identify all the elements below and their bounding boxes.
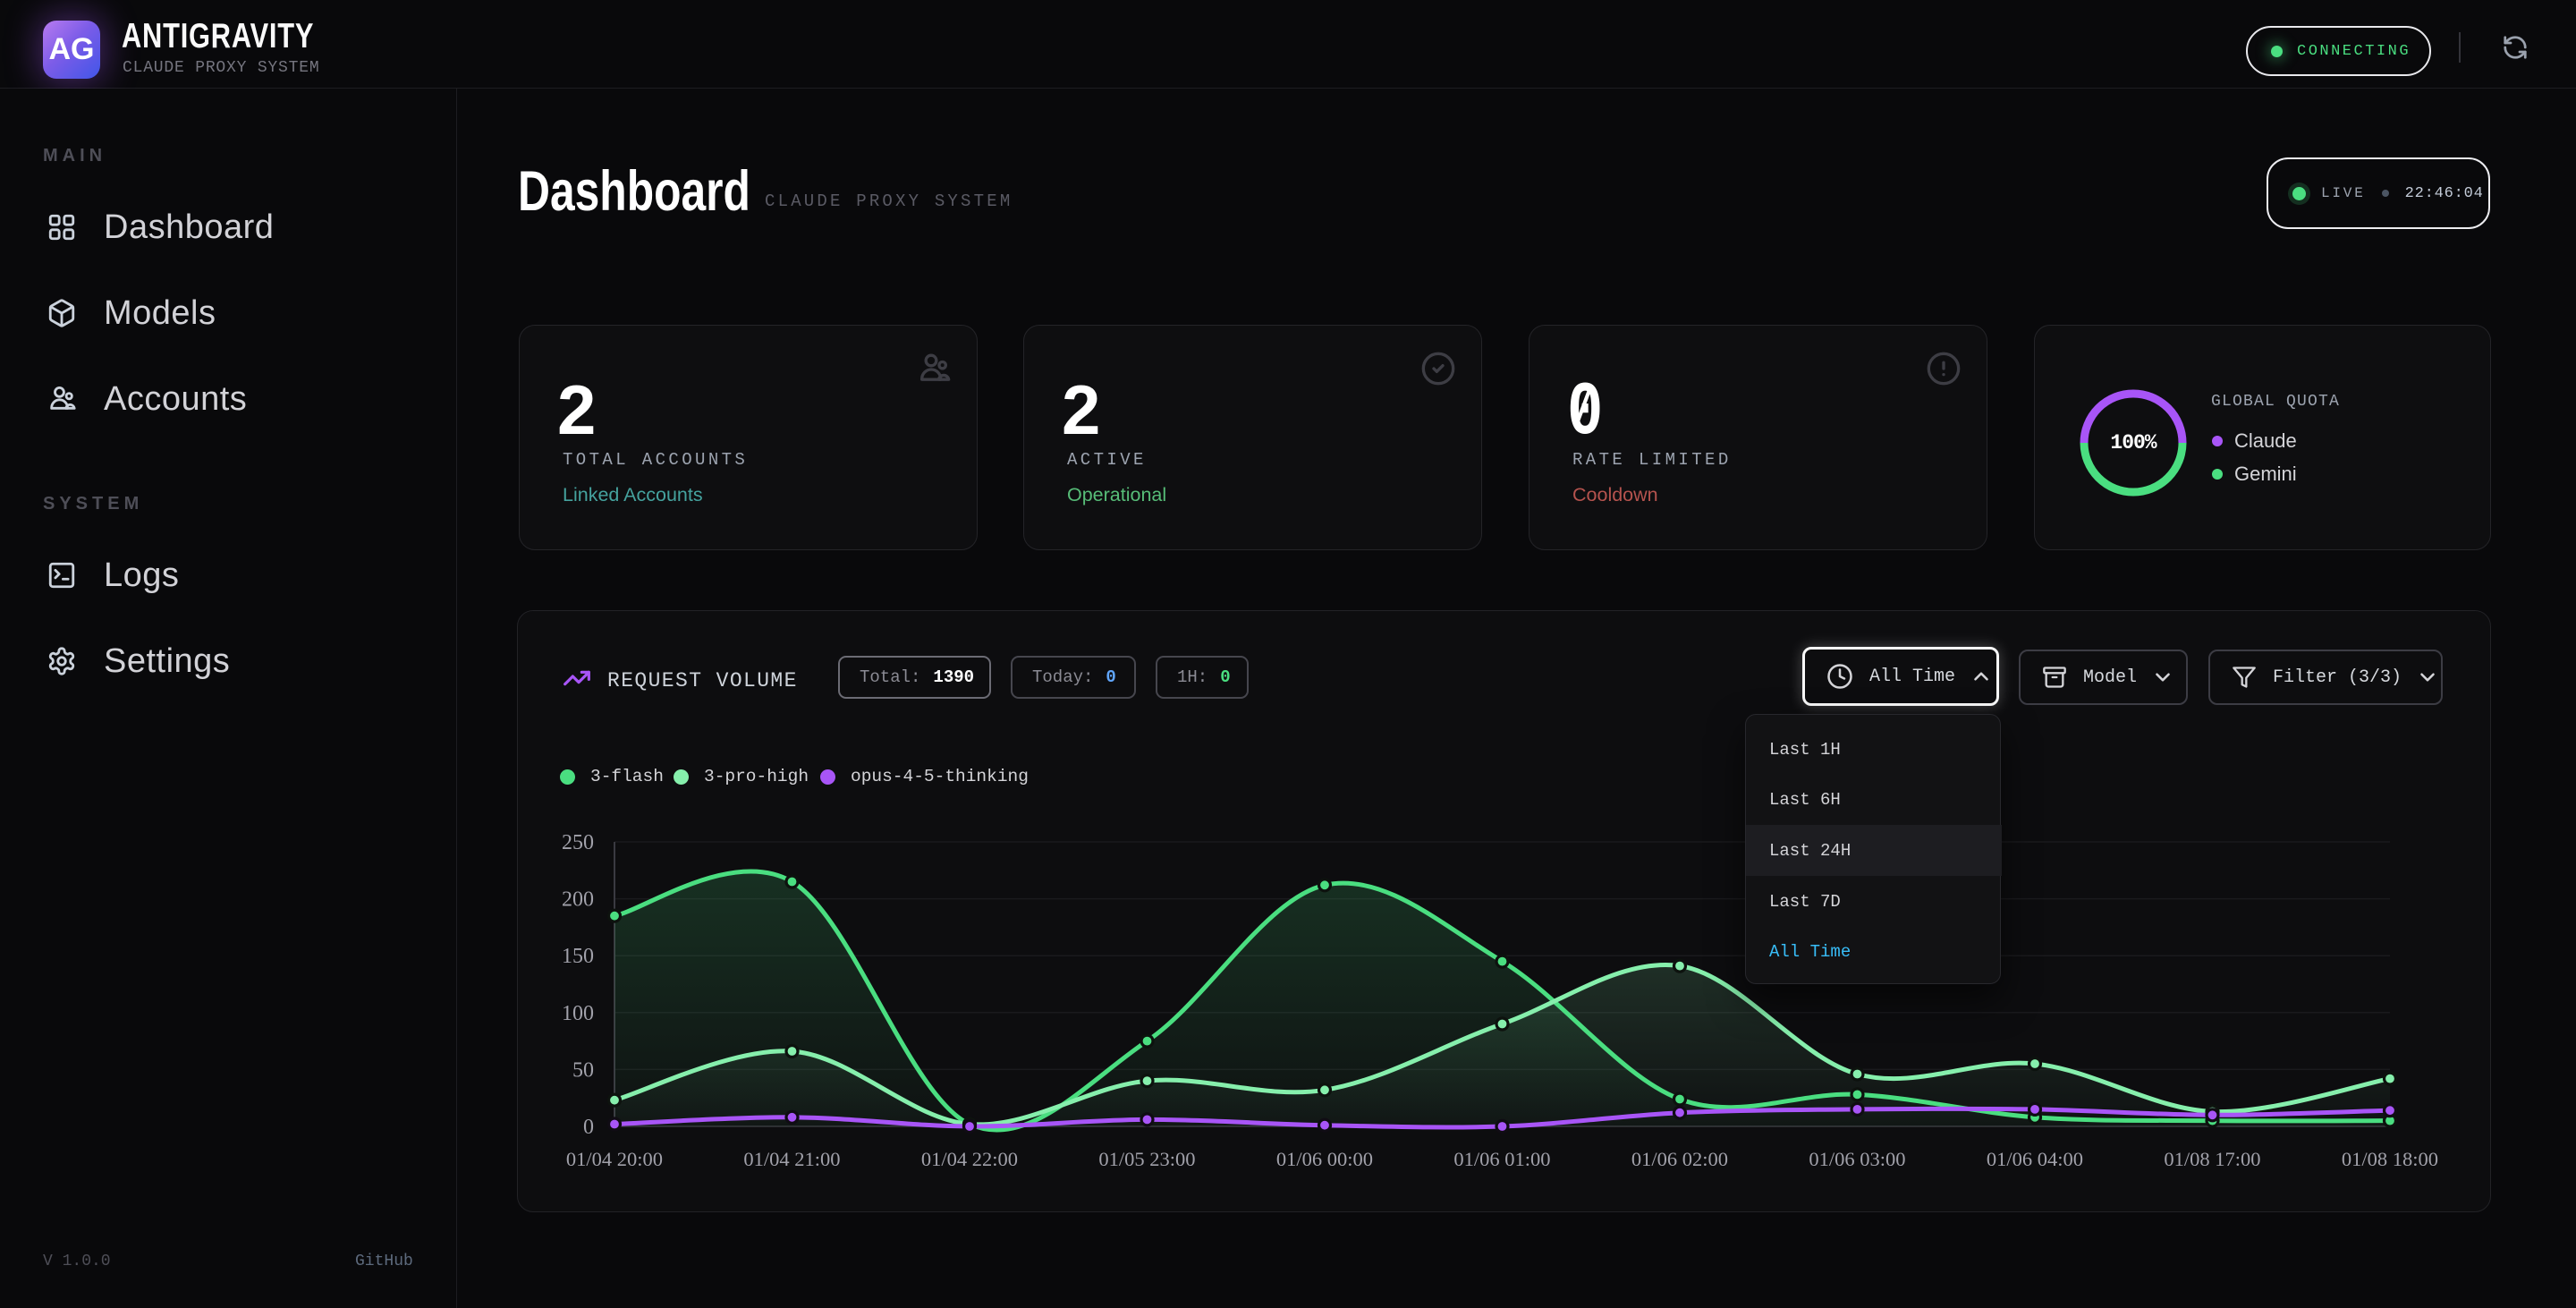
svg-text:01/06 03:00: 01/06 03:00 [1809,1148,1905,1170]
svg-text:01/06 04:00: 01/06 04:00 [1987,1148,2083,1170]
svg-text:100: 100 [562,1002,594,1025]
svg-text:50: 50 [572,1058,594,1082]
svg-text:01/04 20:00: 01/04 20:00 [566,1148,663,1170]
svg-text:0: 0 [583,1116,594,1139]
svg-text:01/08 18:00: 01/08 18:00 [2342,1148,2438,1170]
svg-text:01/04 22:00: 01/04 22:00 [921,1148,1018,1170]
svg-text:01/08 17:00: 01/08 17:00 [2164,1148,2260,1170]
svg-text:01/06 02:00: 01/06 02:00 [1631,1148,1728,1170]
svg-text:01/05 23:00: 01/05 23:00 [1098,1148,1195,1170]
svg-text:200: 200 [562,888,594,912]
svg-text:150: 150 [562,945,594,968]
svg-text:250: 250 [562,831,594,854]
svg-text:01/06 01:00: 01/06 01:00 [1453,1148,1550,1170]
svg-text:01/04 21:00: 01/04 21:00 [743,1148,840,1170]
svg-text:01/06 00:00: 01/06 00:00 [1276,1148,1373,1170]
